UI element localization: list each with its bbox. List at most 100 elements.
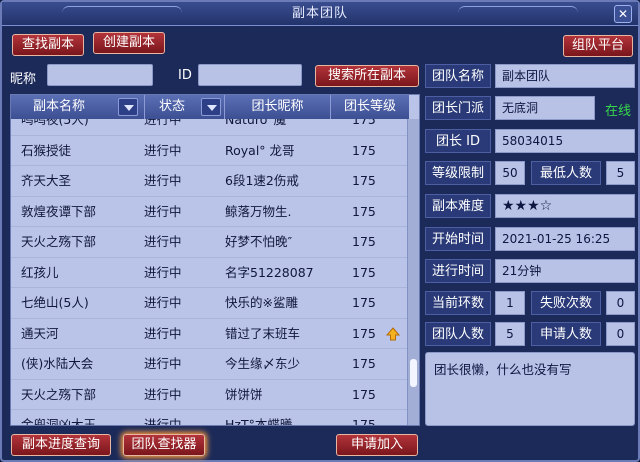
nickname-label: 昵称 xyxy=(10,72,37,87)
leader-name-cell: Naturo°魔 xyxy=(225,119,287,127)
team-name-label: 团队名称 xyxy=(425,64,491,88)
team-platform-button[interactable]: 组队平台 xyxy=(563,35,633,57)
scrollbar-thumb[interactable] xyxy=(410,359,417,387)
min-people-value: 5 xyxy=(606,161,635,185)
leader-level-cell: 175 xyxy=(352,386,376,402)
team-name-value: 副本团队 xyxy=(495,64,635,88)
dungeon-table: 副本名称 状态 团长昵称 团长等级 鸣鸣夜(5人) 进行中 Naturo°魔 175 石… xyxy=(10,94,420,426)
name-filter-dropdown-icon[interactable] xyxy=(118,98,138,116)
leader-id-label: 团长 ID xyxy=(425,129,491,153)
state-filter-dropdown-icon[interactable] xyxy=(201,98,221,116)
online-status: 在线 xyxy=(605,104,632,119)
dungeon-name-cell: 七绝山(5人) xyxy=(21,295,89,310)
table-row[interactable]: 石猴授徒 进行中 Royal° 龙哥 175 xyxy=(11,136,409,166)
elapsed-label: 进行时间 xyxy=(425,259,491,283)
state-cell: 进行中 xyxy=(144,119,182,127)
applicants-label: 申请人数 xyxy=(531,322,601,346)
leader-level-cell: 175 xyxy=(352,325,376,341)
window-title: 副本团队 xyxy=(291,6,348,21)
level-limit-label: 等级限制 xyxy=(425,161,491,185)
table-row[interactable]: 天火之殇下部 进行中 好梦不怕晚″ 175 xyxy=(11,227,409,258)
title-bar[interactable]: 副本团队 ✕ xyxy=(2,2,638,26)
current-round-value: 1 xyxy=(495,291,525,315)
dungeon-name-cell: 鸣鸣夜(5人) xyxy=(21,119,89,127)
leader-level-cell: 175 xyxy=(352,142,376,158)
level-limit-value: 50 xyxy=(495,161,525,185)
start-time-value: 2021-01-25 16:25 xyxy=(495,227,635,251)
difficulty-stars: ★★★☆ xyxy=(495,194,635,218)
dungeon-name-cell: 敦煌夜谭下部 xyxy=(21,203,97,219)
min-people-label: 最低人数 xyxy=(531,161,601,185)
applicants-value: 0 xyxy=(606,322,635,346)
up-arrow-icon xyxy=(386,326,400,340)
current-round-label: 当前环数 xyxy=(425,291,491,315)
table-scrollbar[interactable] xyxy=(407,119,419,425)
header-state-label: 状态 xyxy=(159,99,186,114)
leader-level-cell: 175 xyxy=(352,203,376,219)
leader-level-cell: 175 xyxy=(352,417,376,426)
leader-name-cell: Royal° 龙哥 xyxy=(225,142,295,158)
table-rows: 鸣鸣夜(5人) 进行中 Naturo°魔 175 石猴授徒 进行中 Royal° 龙哥 175… xyxy=(11,119,409,426)
dungeon-progress-query-button[interactable]: 副本进度查询 xyxy=(11,434,111,456)
header-state[interactable]: 状态 xyxy=(145,95,225,119)
state-cell: 进行中 xyxy=(144,203,182,219)
apply-join-button[interactable]: 申请加入 xyxy=(336,434,418,456)
header-dungeon-name-label: 副本名称 xyxy=(33,99,86,114)
state-cell: 进行中 xyxy=(144,142,182,158)
leader-level-cell: 175 xyxy=(352,173,376,188)
table-row[interactable]: 通天河 进行中 错过了末班车 175 xyxy=(11,319,409,349)
leader-level-cell: 175 xyxy=(352,356,376,371)
leader-name-cell: HzT°本蝶曦 xyxy=(225,417,293,426)
team-finder-button[interactable]: 团队查找器 xyxy=(123,434,205,456)
dungeon-name-cell: (侠)水陆大会 xyxy=(21,356,94,371)
header-leader[interactable]: 团长昵称 xyxy=(225,95,331,119)
close-icon[interactable]: ✕ xyxy=(614,5,632,23)
dungeon-name-cell: 红孩儿 xyxy=(21,264,59,280)
table-row[interactable]: (侠)水陆大会 进行中 今生缘〆东少 175 xyxy=(11,349,409,380)
leader-school-label: 团长门派 xyxy=(425,96,491,120)
start-time-label: 开始时间 xyxy=(425,227,491,251)
leader-name-cell: 鲸落万物生. xyxy=(225,203,292,219)
header-dungeon-name[interactable]: 副本名称 xyxy=(11,95,145,119)
dungeon-name-cell: 石猴授徒 xyxy=(21,142,72,158)
title-ornament-right xyxy=(458,6,578,20)
dungeon-name-cell: 天火之殇下部 xyxy=(21,386,97,402)
leader-name-cell: 今生缘〆东少 xyxy=(225,356,301,371)
dungeon-name-cell: 金兜洞凶大王 xyxy=(21,417,97,426)
find-dungeon-button[interactable]: 查找副本 xyxy=(12,34,84,56)
fail-count-label: 失败次数 xyxy=(531,291,601,315)
leader-name-cell: 好梦不怕晚″ xyxy=(225,234,293,249)
create-dungeon-button[interactable]: 创建副本 xyxy=(93,32,165,54)
table-row[interactable]: 敦煌夜谭下部 进行中 鲸落万物生. 175 xyxy=(11,197,409,227)
id-label: ID xyxy=(178,68,192,83)
leader-level-cell: 175 xyxy=(352,234,376,249)
dungeon-name-cell: 齐天大圣 xyxy=(21,173,72,188)
team-size-value: 5 xyxy=(495,322,525,346)
table-row[interactable]: 金兜洞凶大王 进行中 HzT°本蝶曦 175 xyxy=(11,410,409,426)
elapsed-value: 21分钟 xyxy=(495,259,635,283)
table-row[interactable]: 鸣鸣夜(5人) 进行中 Naturo°魔 175 xyxy=(11,119,409,136)
state-cell: 进行中 xyxy=(144,386,182,402)
table-row[interactable]: 红孩儿 进行中 名字51228087 175 xyxy=(11,258,409,288)
table-row[interactable]: 天火之殇下部 进行中 饼饼饼 175 xyxy=(11,380,409,410)
header-level[interactable]: 团长等级 xyxy=(331,95,409,119)
title-ornament-left xyxy=(62,6,182,20)
leader-id-value: 58034015 xyxy=(495,129,635,153)
team-size-label: 团队人数 xyxy=(425,322,491,346)
dungeon-name-cell: 通天河 xyxy=(21,325,59,341)
leader-name-cell: 错过了末班车 xyxy=(225,325,301,341)
search-dungeon-button[interactable]: 搜索所在副本 xyxy=(315,65,419,87)
state-cell: 进行中 xyxy=(144,234,182,249)
leader-name-cell: 6段1速2伤戒 xyxy=(225,173,299,188)
id-input[interactable] xyxy=(198,64,302,86)
table-header: 副本名称 状态 团长昵称 团长等级 xyxy=(11,95,409,119)
table-row[interactable]: 七绝山(5人) 进行中 快乐的※鲨雕 175 xyxy=(11,288,409,319)
leader-name-cell: 名字51228087 xyxy=(225,264,314,280)
state-cell: 进行中 xyxy=(144,264,182,280)
leader-school-value: 无底洞 xyxy=(495,96,595,120)
dungeon-name-cell: 天火之殇下部 xyxy=(21,234,97,249)
nickname-input[interactable] xyxy=(47,64,153,86)
state-cell: 进行中 xyxy=(144,417,182,426)
fail-count-value: 0 xyxy=(606,291,635,315)
table-row[interactable]: 齐天大圣 进行中 6段1速2伤戒 175 xyxy=(11,166,409,197)
